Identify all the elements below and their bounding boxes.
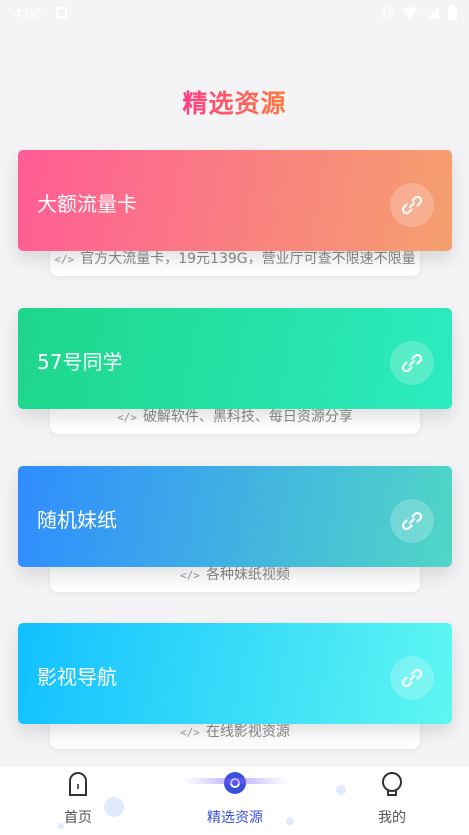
card-banner[interactable]: 随机妹纸 [18,466,452,567]
status-time: 4:00 [14,5,42,21]
card-description: 破解软件、黑科技、每日资源分享 [142,409,353,425]
code-icon: </> [180,726,200,739]
card-title: 57号同学 [37,350,123,374]
link-button[interactable] [390,499,434,543]
user-icon [382,772,402,796]
card-description: 各种妹纸视频 [205,567,290,583]
notification-icon [56,7,67,18]
card-title: 随机妹纸 [37,508,117,532]
vibrate-icon [380,6,394,19]
battery-icon [448,5,457,20]
link-icon [401,668,423,688]
code-icon: </> [54,253,75,266]
card-banner[interactable]: 影视导航 [18,623,452,724]
link-icon [401,353,423,373]
link-button[interactable] [390,341,434,385]
link-button[interactable] [390,183,434,227]
nav-label: 精选资源 [207,810,263,826]
wifi-icon [402,6,418,19]
card-title: 大额流量卡 [37,192,137,216]
card-description: 官方大流量卡，19元139G，营业厅可查不限速不限量 [80,251,416,267]
link-icon [401,511,423,531]
nav-label: 我的 [378,810,406,826]
link-button[interactable] [390,656,434,700]
link-icon [401,195,423,215]
nav-home[interactable]: 首页 [18,767,138,835]
card-banner[interactable]: 大额流量卡 [18,150,452,251]
home-icon [69,772,87,796]
code-icon: </> [117,411,137,424]
signal-icon [427,6,439,19]
status-icons [380,5,457,20]
active-tab-glow [184,778,288,784]
nav-label: 首页 [64,810,92,826]
card-title: 影视导航 [37,665,117,689]
status-bar: 4:00 [0,0,469,26]
nav-mine[interactable]: 我的 [332,767,452,835]
page-title: 精选资源 [182,89,287,118]
code-icon: </> [180,569,200,582]
card-banner[interactable]: 57号同学 [18,308,452,409]
card-description: 在线影视资源 [205,724,290,740]
